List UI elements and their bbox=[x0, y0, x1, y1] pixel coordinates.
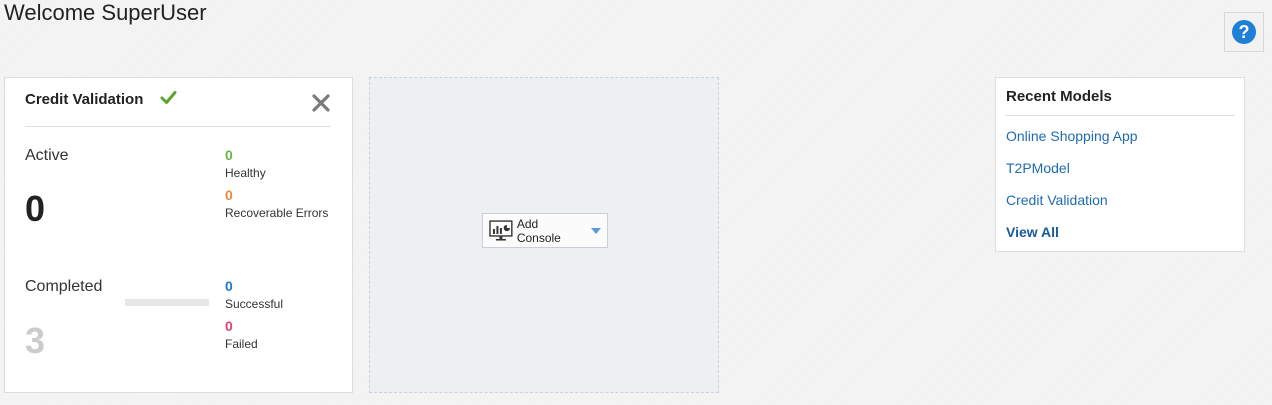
recent-models-title: Recent Models bbox=[1006, 88, 1112, 105]
card-divider bbox=[25, 126, 331, 127]
recent-model-link[interactable]: T2PModel bbox=[1006, 160, 1070, 176]
add-console-label: Add Console bbox=[516, 216, 561, 245]
close-icon[interactable] bbox=[311, 93, 331, 113]
failed-count: 0 bbox=[225, 318, 233, 334]
console-dropzone: Add Console bbox=[369, 77, 719, 393]
recent-model-link[interactable]: Online Shopping App bbox=[1006, 128, 1138, 144]
help-icon: ? bbox=[1232, 20, 1256, 44]
active-total: 0 bbox=[25, 188, 46, 229]
completed-label: Completed bbox=[25, 278, 103, 295]
successful-label: Successful bbox=[225, 297, 284, 311]
recent-models-divider bbox=[1006, 115, 1235, 116]
active-label: Active bbox=[25, 147, 69, 164]
help-button[interactable]: ? bbox=[1224, 12, 1264, 52]
caret-down-icon bbox=[591, 227, 601, 234]
healthy-label: Healthy bbox=[225, 166, 266, 180]
recent-model-link[interactable]: Credit Validation bbox=[1006, 192, 1108, 208]
completed-total: 3 bbox=[25, 320, 46, 361]
card-title: Credit Validation bbox=[25, 91, 144, 108]
failed-label: Failed bbox=[225, 337, 258, 351]
recoverable-count: 0 bbox=[225, 187, 233, 203]
completed-progress-bar bbox=[125, 299, 209, 306]
add-console-button[interactable]: Add Console bbox=[482, 213, 608, 248]
view-all-link[interactable]: View All bbox=[1006, 224, 1059, 240]
check-icon bbox=[160, 91, 177, 104]
page-title: Welcome SuperUser bbox=[4, 0, 207, 25]
console-chart-icon bbox=[489, 219, 513, 241]
recoverable-label: Recoverable Errors bbox=[225, 206, 329, 220]
successful-count: 0 bbox=[225, 278, 233, 294]
credit-validation-card: Credit Validation Active 0 0 Healthy 0 R… bbox=[4, 77, 353, 393]
healthy-count: 0 bbox=[225, 147, 233, 163]
recent-models-panel: Recent Models Online Shopping App T2PMod… bbox=[995, 77, 1245, 252]
